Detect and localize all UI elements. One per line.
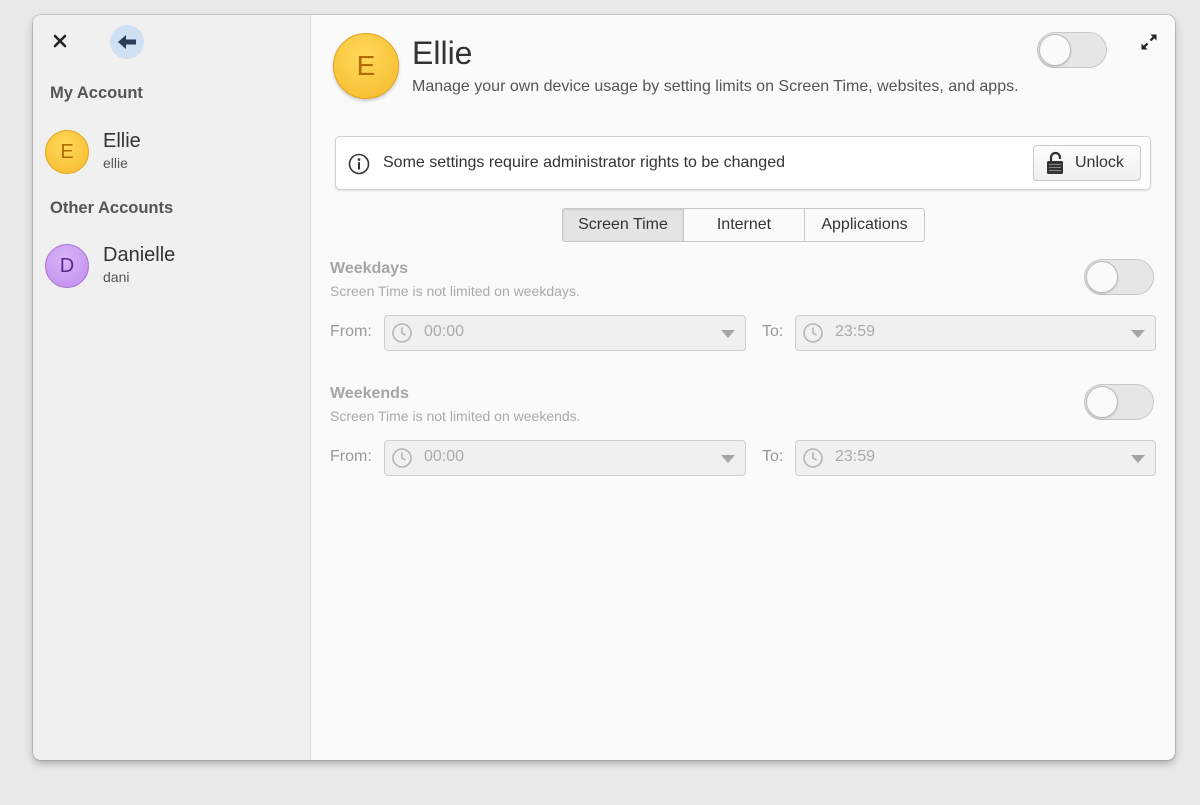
clock-icon xyxy=(392,448,412,468)
switch-knob xyxy=(1086,386,1118,418)
account-name: Danielle xyxy=(103,244,176,266)
chevron-down-icon xyxy=(1131,455,1145,463)
tab-screen-time[interactable]: Screen Time xyxy=(562,208,684,242)
sidebar: My Account E Ellie ellie Other Accounts … xyxy=(33,15,311,760)
weekdays-title: Weekdays xyxy=(330,260,408,277)
weekdays-to-combo[interactable]: 23:59 xyxy=(795,315,1156,351)
chevron-down-icon xyxy=(721,330,735,338)
account-name: Ellie xyxy=(103,130,141,152)
unlock-button[interactable]: Unlock xyxy=(1033,145,1141,181)
weekdays-from-combo[interactable]: 00:00 xyxy=(384,315,746,351)
maximize-button[interactable] xyxy=(1137,30,1161,54)
account-item-danielle[interactable]: D Danielle dani xyxy=(45,242,295,290)
my-account-header: My Account xyxy=(50,84,143,102)
weekdays-description: Screen Time is not limited on weekdays. xyxy=(330,283,580,299)
unlock-label: Unlock xyxy=(1075,154,1124,171)
weekends-title: Weekends xyxy=(330,385,409,402)
account-item-ellie[interactable]: E Ellie ellie xyxy=(45,128,295,176)
time-value: 23:59 xyxy=(835,448,876,465)
weekends-from-label: From: xyxy=(330,448,372,465)
other-accounts-header: Other Accounts xyxy=(50,199,174,217)
avatar-initial: E xyxy=(356,50,376,81)
arrow-left-icon xyxy=(118,35,136,49)
weekends-description: Screen Time is not limited on weekends. xyxy=(330,408,581,424)
weekends-limit-switch[interactable] xyxy=(1084,384,1154,420)
clock-icon xyxy=(392,323,412,343)
weekends-to-combo[interactable]: 23:59 xyxy=(795,440,1156,476)
weekdays-limit-switch[interactable] xyxy=(1084,259,1154,295)
app-window: My Account E Ellie ellie Other Accounts … xyxy=(33,15,1175,760)
page-description: Manage your own device usage by setting … xyxy=(412,78,1019,95)
admin-rights-infobar: Some settings require administrator righ… xyxy=(335,136,1151,190)
weekends-from-combo[interactable]: 00:00 xyxy=(384,440,746,476)
user-avatar: E xyxy=(333,33,399,99)
close-icon xyxy=(53,34,67,48)
lock-icon xyxy=(1045,151,1065,175)
chevron-down-icon xyxy=(1131,330,1145,338)
info-icon xyxy=(348,153,370,175)
time-value: 23:59 xyxy=(835,323,876,340)
account-enable-switch[interactable] xyxy=(1037,32,1107,68)
avatar: E xyxy=(45,130,89,174)
avatar: D xyxy=(45,244,89,288)
weekdays-from-label: From: xyxy=(330,323,372,340)
tab-internet[interactable]: Internet xyxy=(684,208,805,242)
expand-icon xyxy=(1141,34,1157,50)
chevron-down-icon xyxy=(721,455,735,463)
view-switcher: Screen Time Internet Applications xyxy=(562,208,925,242)
time-value: 00:00 xyxy=(424,448,465,465)
switch-knob xyxy=(1086,261,1118,293)
avatar-initial: E xyxy=(60,140,74,163)
clock-icon xyxy=(803,323,823,343)
clock-icon xyxy=(803,448,823,468)
close-button[interactable] xyxy=(50,31,70,51)
weekdays-to-label: To: xyxy=(762,323,784,340)
back-button[interactable] xyxy=(110,25,144,59)
page-title: Ellie xyxy=(412,35,473,71)
infobar-message: Some settings require administrator righ… xyxy=(383,154,785,171)
account-username: dani xyxy=(103,269,130,285)
account-username: ellie xyxy=(103,155,128,171)
main-panel: E Ellie Manage your own device usage by … xyxy=(311,15,1175,760)
avatar-initial: D xyxy=(59,254,75,277)
time-value: 00:00 xyxy=(424,323,465,340)
weekends-to-label: To: xyxy=(762,448,784,465)
tab-applications[interactable]: Applications xyxy=(805,208,925,242)
switch-knob xyxy=(1039,34,1071,66)
